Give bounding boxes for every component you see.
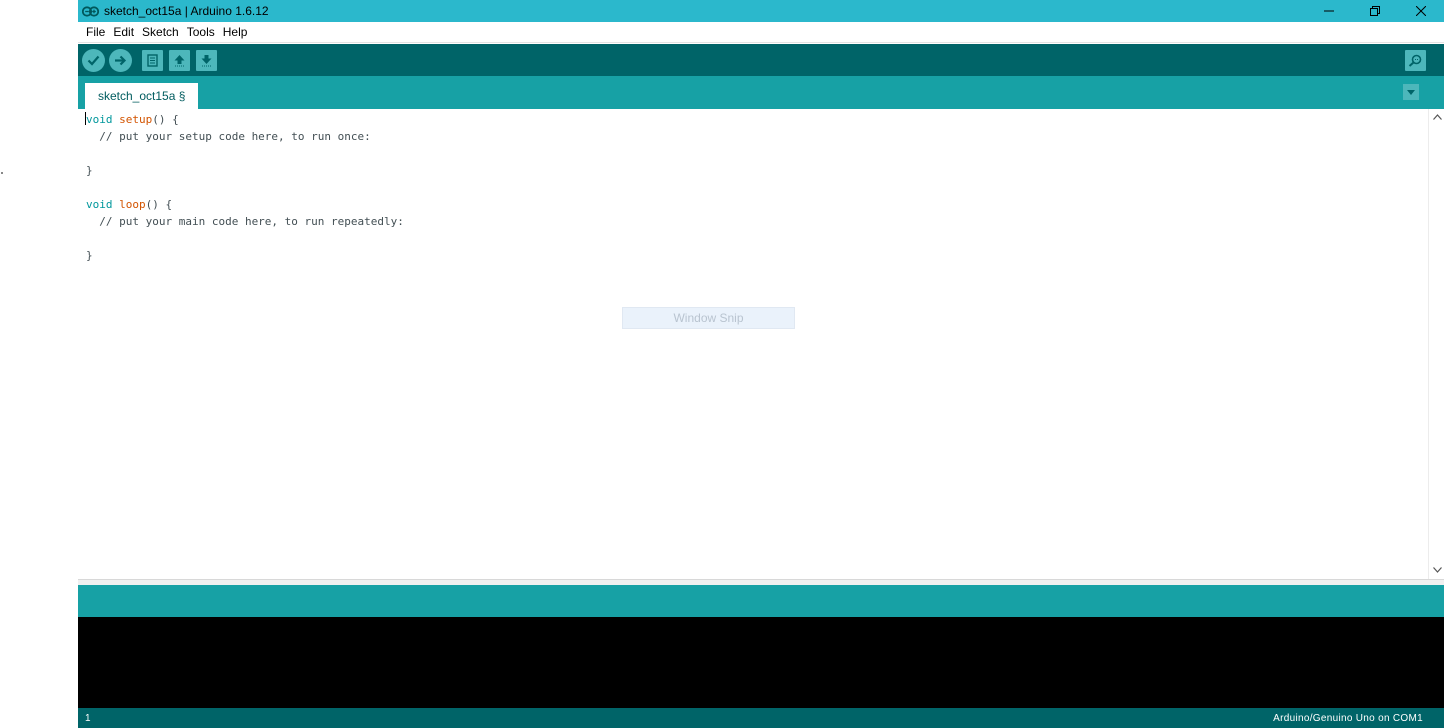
code-line-7: // put your main code here, to run repea… [86, 215, 404, 228]
function-name: setup [119, 113, 153, 126]
code-text: () { [145, 198, 173, 211]
menu-help[interactable]: Help [219, 22, 252, 43]
arrow-right-icon [115, 55, 127, 66]
tab-menu-button[interactable] [1403, 84, 1419, 100]
save-button[interactable] [196, 50, 217, 71]
desktop-background [0, 0, 78, 728]
code-line-6: void loop() { [86, 196, 172, 213]
chevron-up-icon [1432, 114, 1442, 120]
minimize-button[interactable] [1306, 0, 1352, 22]
line-number: 1 [85, 713, 91, 724]
menu-edit[interactable]: Edit [109, 22, 138, 43]
verify-button[interactable] [82, 49, 105, 72]
toolbar [78, 44, 1444, 76]
code-editor[interactable]: void setup() { // put your setup code he… [78, 109, 1428, 579]
close-button[interactable] [1398, 0, 1444, 22]
window-controls [1306, 0, 1444, 22]
restore-icon [1370, 6, 1380, 16]
function-name: loop [119, 198, 146, 211]
open-button[interactable] [169, 50, 190, 71]
menu-tools[interactable]: Tools [183, 22, 219, 43]
keyword: void [86, 198, 113, 211]
window-title: sketch_oct15a | Arduino 1.6.12 [104, 4, 269, 18]
menu-sketch[interactable]: Sketch [138, 22, 183, 43]
minimize-icon [1324, 10, 1334, 12]
editor-scrollbar[interactable] [1428, 109, 1444, 579]
message-bar [78, 585, 1444, 617]
arrow-down-icon [201, 55, 212, 67]
arduino-logo-icon [81, 4, 99, 18]
new-sketch-button[interactable] [142, 50, 163, 71]
restore-button[interactable] [1352, 0, 1398, 22]
desktop-dot [1, 172, 3, 174]
code-line-1: void setup() { [86, 111, 179, 128]
serial-monitor-button[interactable] [1405, 50, 1426, 71]
magnifier-icon [1408, 54, 1422, 67]
code-line-9: } [86, 249, 93, 262]
window-snip-label: Window Snip [673, 311, 744, 325]
scroll-up-button[interactable] [1432, 112, 1442, 122]
checkmark-icon [87, 55, 100, 66]
close-icon [1416, 6, 1426, 16]
arrow-up-icon [174, 55, 185, 67]
code-line-4: } [86, 164, 93, 177]
window-snip-overlay: Window Snip [622, 307, 795, 329]
upload-button[interactable] [109, 49, 132, 72]
status-bar: 1 Arduino/Genuino Uno on COM1 [78, 708, 1444, 728]
code-line-2: // put your setup code here, to run once… [86, 130, 371, 143]
arduino-window: sketch_oct15a | Arduino 1.6.12 File Edit [78, 0, 1444, 728]
keyword: void [86, 113, 113, 126]
tab-sketch-oct15a[interactable]: sketch_oct15a § [85, 83, 199, 109]
new-file-icon [147, 54, 158, 67]
tab-bar: sketch_oct15a § [78, 76, 1444, 109]
board-port-label: Arduino/Genuino Uno on COM1 [1273, 713, 1423, 724]
output-console[interactable] [78, 617, 1444, 708]
scroll-down-button[interactable] [1432, 565, 1442, 575]
tab-label: sketch_oct15a § [98, 89, 186, 103]
menu-file[interactable]: File [82, 22, 109, 43]
chevron-down-icon [1432, 567, 1442, 573]
code-text: () { [152, 113, 179, 126]
chevron-down-icon [1407, 89, 1415, 95]
menu-bar: File Edit Sketch Tools Help [78, 22, 1444, 43]
title-bar: sketch_oct15a | Arduino 1.6.12 [78, 0, 1444, 22]
